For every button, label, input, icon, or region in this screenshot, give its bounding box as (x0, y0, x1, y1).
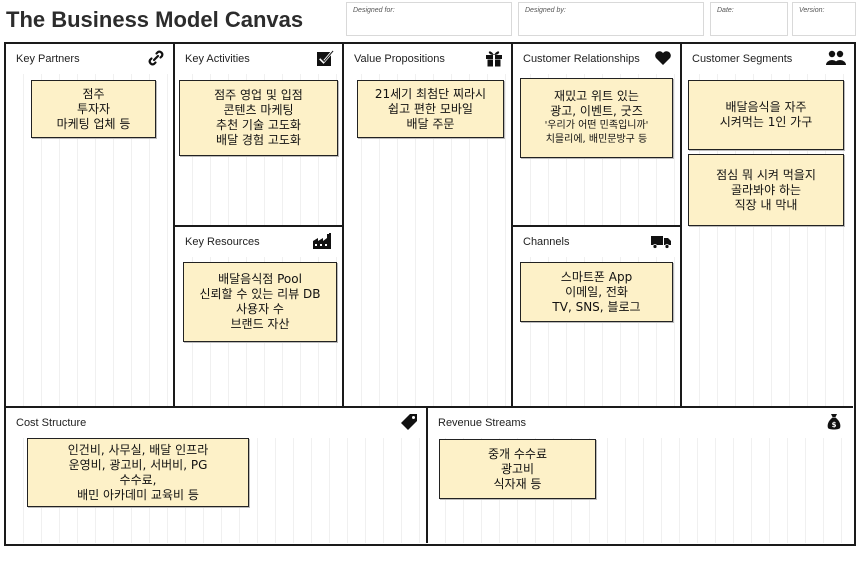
key-resources-title: Key Resources (185, 236, 260, 248)
note-line: 신뢰할 수 있는 리뷰 DB (199, 287, 321, 301)
gift-icon (485, 49, 503, 67)
designed-for-label: Designed for: (353, 7, 395, 14)
checkbox-icon (316, 49, 334, 67)
note-line: 인건비, 사무실, 배달 인프라 (67, 442, 209, 457)
key-partners-title: Key Partners (16, 53, 80, 65)
cost-structure-title: Cost Structure (16, 417, 87, 429)
note-line: 시켜먹는 1인 가구 (719, 115, 813, 129)
sticky-note[interactable]: 인건비, 사무실, 배달 인프라 운영비, 광고비, 서버비, PG 수수료, … (27, 438, 249, 507)
key-partners-block: Key Partners 점주 투자자 마케팅 업체 등 (6, 44, 173, 406)
note-line: 사용자 수 (236, 302, 284, 316)
note-line: 중개 수수료 (487, 446, 547, 461)
note-line: 배달 주문 (406, 116, 455, 131)
note-line: 21세기 최첨단 찌라시 (374, 86, 487, 101)
note-line: 치믈리에, 배민문방구 등 (545, 134, 648, 145)
customer-segments-header: Customer Segments (682, 44, 853, 70)
note-line: 배달 경험 고도화 (216, 133, 301, 147)
note-line: 콘텐츠 마케팅 (223, 103, 294, 117)
note-line: 점주 (82, 86, 105, 101)
revenue-streams-title: Revenue Streams (438, 417, 527, 429)
customer-segments-title: Customer Segments (692, 53, 793, 65)
customer-relationships-title: Customer Relationships (523, 53, 640, 65)
customer-segments-block: Customer Segments 배달음식을 자주 시켜먹는 1인 가구 점심… (682, 44, 853, 406)
note-line: 브랜드 자산 (230, 317, 290, 331)
customer-relationships-block: Customer Relationships 재밌고 위트 있는 광고, 이벤트… (513, 44, 680, 225)
channels-block: Channels 스마트폰 App 이메일, 전화 TV, SNS, 블로그 (513, 227, 680, 406)
note-line: 쉽고 편한 모바일 (388, 101, 473, 116)
channels-header: Channels (513, 227, 680, 253)
note-line: 배달음식을 자주 (725, 100, 807, 114)
version-field[interactable]: Version: (792, 2, 856, 36)
value-propositions-block: Value Propositions 21세기 최첨단 찌라시 쉽고 편한 모바… (344, 44, 511, 406)
note-line: 광고, 이벤트, 굿즈 (550, 104, 643, 118)
cost-structure-block: Cost Structure 인건비, 사무실, 배달 인프라 운영비, 광고비… (6, 408, 426, 543)
note-line: 배민 아카데미 교육비 등 (77, 487, 199, 502)
sticky-note[interactable]: 21세기 최첨단 찌라시 쉽고 편한 모바일 배달 주문 (357, 80, 504, 138)
link-icon (147, 49, 165, 67)
factory-icon (312, 232, 334, 250)
sticky-note[interactable]: 배달음식점 Pool 신뢰할 수 있는 리뷰 DB 사용자 수 브랜드 자산 (183, 262, 337, 342)
note-line: 광고비 (500, 461, 535, 476)
key-partners-header: Key Partners (6, 44, 173, 70)
designed-by-field[interactable]: Designed by: (518, 2, 704, 36)
people-icon (825, 49, 847, 67)
note-line: 추천 기술 고도화 (216, 118, 301, 132)
key-resources-header: Key Resources (175, 227, 342, 253)
note-line: 투자자 (76, 101, 111, 116)
key-activities-block: Key Activities 점주 영업 및 입점 콘텐츠 마케팅 추천 기술 … (175, 44, 342, 225)
version-label: Version: (799, 7, 825, 14)
note-line: 배달음식점 Pool (218, 272, 302, 286)
cost-structure-header: Cost Structure (6, 408, 426, 434)
value-propositions-header: Value Propositions (344, 44, 511, 70)
designed-for-field[interactable]: Designed for: (346, 2, 512, 36)
note-line: 골라봐야 하는 (730, 182, 802, 197)
note-line: '우리가 어떤 민족입니까' (544, 120, 649, 131)
date-field[interactable]: Date: (710, 2, 788, 36)
sticky-note[interactable]: 재밌고 위트 있는 광고, 이벤트, 굿즈 '우리가 어떤 민족입니까' 치믈리… (520, 78, 673, 158)
note-line: 점심 뭐 시켜 먹을지 (716, 167, 816, 182)
note-line: 수수료, (119, 472, 157, 487)
page-title: The Business Model Canvas (6, 7, 304, 32)
canvas-frame: Key Partners 점주 투자자 마케팅 업체 등 Key Activit… (4, 42, 856, 546)
channels-title: Channels (523, 236, 570, 248)
tag-icon (400, 413, 418, 431)
sticky-note[interactable]: 스마트폰 App 이메일, 전화 TV, SNS, 블로그 (520, 262, 673, 322)
note-line: 운영비, 광고비, 서버비, PG (68, 457, 208, 472)
note-line: 점주 영업 및 입점 (214, 88, 303, 102)
note-line: 재밌고 위트 있는 (554, 89, 639, 103)
key-activities-header: Key Activities (175, 44, 342, 70)
note-line: 스마트폰 App (560, 269, 633, 284)
money-bag-icon: $ (825, 413, 843, 431)
revenue-streams-header: Revenue Streams $ (428, 408, 853, 434)
date-label: Date: (717, 7, 734, 14)
sticky-note[interactable]: 배달음식을 자주 시켜먹는 1인 가구 (688, 80, 844, 150)
designed-by-label: Designed by: (525, 7, 566, 14)
note-line: TV, SNS, 블로그 (552, 299, 641, 314)
sticky-note[interactable]: 점주 영업 및 입점 콘텐츠 마케팅 추천 기술 고도화 배달 경험 고도화 (179, 80, 338, 156)
truck-icon (650, 232, 672, 250)
note-line: 식자재 등 (493, 476, 542, 491)
revenue-streams-block: Revenue Streams $ 중개 수수료 광고비 식자재 등 (428, 408, 853, 543)
sticky-note[interactable]: 중개 수수료 광고비 식자재 등 (439, 439, 596, 499)
note-line: 직장 내 막내 (734, 197, 798, 212)
key-resources-block: Key Resources 배달음식점 Pool 신뢰할 수 있는 리뷰 DB … (175, 227, 342, 406)
customer-relationships-header: Customer Relationships (513, 44, 680, 70)
heart-icon (654, 49, 672, 67)
note-line: 마케팅 업체 등 (56, 116, 131, 131)
sticky-note[interactable]: 점주 투자자 마케팅 업체 등 (31, 80, 156, 138)
sticky-note[interactable]: 점심 뭐 시켜 먹을지 골라봐야 하는 직장 내 막내 (688, 154, 844, 226)
key-activities-title: Key Activities (185, 53, 250, 65)
value-propositions-title: Value Propositions (354, 53, 445, 65)
svg-text:$: $ (832, 421, 837, 429)
note-line: 이메일, 전화 (565, 284, 628, 299)
